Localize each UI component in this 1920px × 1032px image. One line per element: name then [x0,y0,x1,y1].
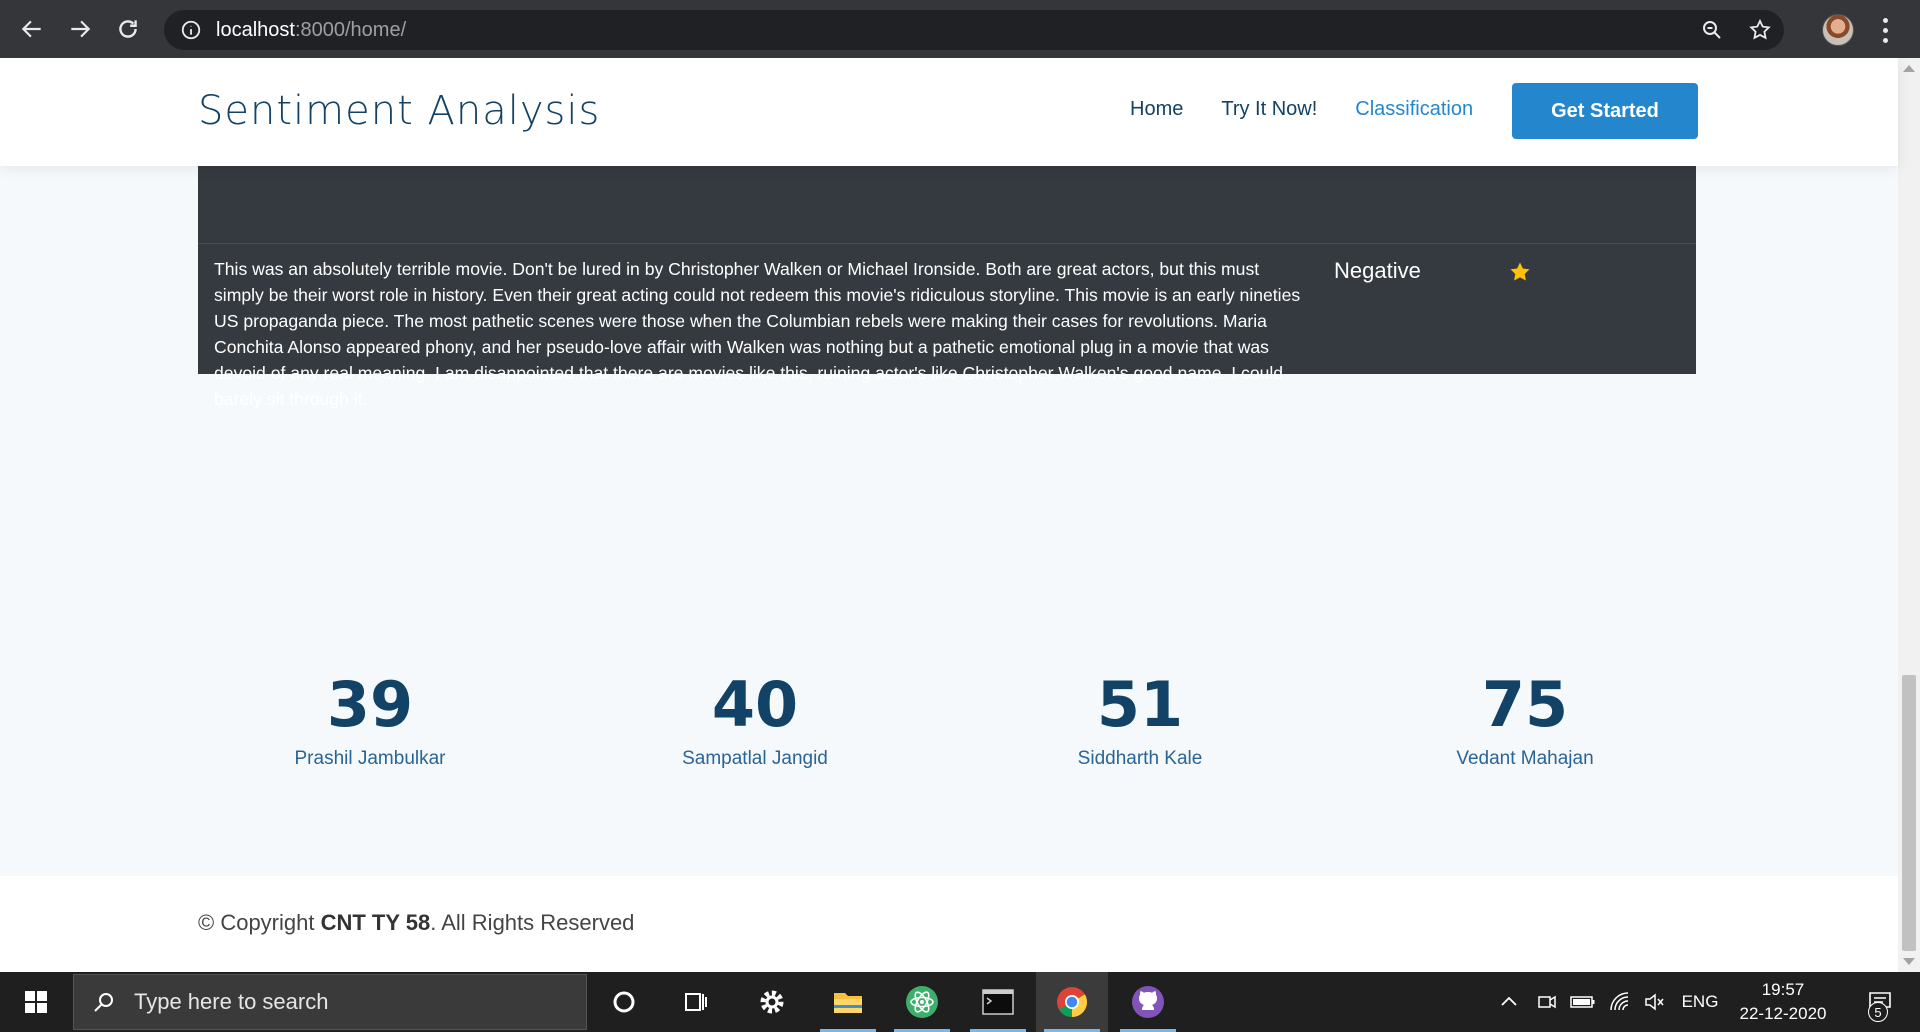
arrow-left-icon [21,20,41,38]
count-box: 39 Prashil Jambulkar [200,670,540,770]
site-header: Sentiment Analysis Home Try It Now! Clas… [0,58,1898,166]
taskbar-settings[interactable] [736,972,808,1032]
tray-language[interactable]: ENG [1678,972,1722,1032]
nav-home[interactable]: Home [1130,98,1183,121]
copyright-prefix: © Copyright [198,910,321,935]
tray-battery[interactable] [1568,972,1598,1032]
battery-icon [1570,996,1595,1008]
taskbar-file-explorer[interactable] [812,972,884,1032]
main-nav: Home Try It Now! Classification [1130,98,1511,121]
review-table: This was an absolutely terrible movie. D… [198,156,1696,409]
folder-icon [834,993,862,1013]
site-logo[interactable]: Sentiment Analysis [198,88,600,134]
count-number: 39 [326,668,414,741]
task-view-icon [685,993,707,1011]
get-started-button[interactable]: Get Started [1512,83,1698,139]
taskbar-chrome[interactable] [1036,972,1108,1032]
gear-icon [760,990,784,1014]
nav-classification[interactable]: Classification [1355,98,1473,121]
count-name: Prashil Jambulkar [294,748,446,769]
windows-taskbar: Type here to search ENG 19:57 22-12-2020… [0,972,1920,1032]
menu-dot-icon [1882,27,1888,33]
site-footer: © Copyright CNT TY 58. All Rights Reserv… [0,876,1898,972]
notification-count-badge: 5 [1868,1002,1888,1022]
tray-overflow-button[interactable] [1498,972,1520,1032]
scroll-down-icon[interactable] [1903,958,1915,965]
menu-dot-icon [1882,37,1888,43]
video-camera-icon [1538,995,1556,1009]
url-path: :8000/home/ [294,18,407,41]
count-box: 51 Siddharth Kale [970,670,1310,770]
arrow-right-icon [71,20,91,38]
star-icon [1510,262,1530,281]
copyright-text: © Copyright CNT TY 58. All Rights Reserv… [198,910,634,936]
address-bar[interactable]: localhost:8000/home/ [164,10,1784,50]
terminal-icon [982,989,1014,1015]
cortana-icon [613,991,635,1013]
table-row: This was an absolutely terrible movie. D… [198,244,1696,409]
atom-icon [906,986,938,1018]
scroll-thumb[interactable] [1902,675,1916,951]
sentiment-label: Negative [1334,258,1421,283]
reload-icon [119,20,137,38]
taskbar-search[interactable]: Type here to search [73,974,587,1030]
nav-try-it-now[interactable]: Try It Now! [1221,98,1317,121]
info-icon[interactable] [180,19,202,41]
magnifier-icon [1703,21,1721,39]
task-view-button[interactable] [660,972,732,1032]
scroll-up-icon[interactable] [1903,65,1915,72]
search-placeholder: Type here to search [134,989,329,1014]
windows-logo-icon [25,991,47,1013]
count-box: 40 Sampatlal Jangid [585,670,925,770]
star-outline-icon [1749,18,1771,40]
github-icon [1132,986,1164,1018]
clock-time: 19:57 [1761,980,1805,999]
zoom-button[interactable] [1688,10,1736,50]
count-number: 40 [711,668,799,741]
reload-button[interactable] [104,0,152,58]
url-host: localhost [216,18,295,41]
tray-meet-now[interactable] [1534,972,1560,1032]
tray-volume[interactable] [1640,972,1668,1032]
taskbar-atom[interactable] [886,972,958,1032]
taskbar-github-desktop[interactable] [1112,972,1184,1032]
browser-toolbar: localhost:8000/home/ [0,0,1920,58]
forward-button[interactable] [56,0,104,58]
cortana-button[interactable] [588,972,660,1032]
back-button[interactable] [8,0,56,58]
review-text: This was an absolutely terrible movie. D… [214,259,1301,409]
language-label: ENG [1681,992,1719,1011]
chevron-up-icon [1501,996,1517,1006]
count-name: Siddharth Kale [1077,748,1203,769]
menu-dot-icon [1882,17,1888,23]
page-viewport: This was an absolutely terrible movie. D… [0,58,1920,972]
count-number: 51 [1096,668,1184,741]
tray-wifi[interactable] [1606,972,1634,1032]
taskbar-terminal[interactable] [962,972,1034,1032]
copyright-suffix: . All Rights Reserved [430,910,635,935]
copyright-org: CNT TY 58 [320,910,431,935]
count-number: 75 [1481,668,1569,741]
browser-menu-button[interactable] [1870,14,1900,46]
page-scrollbar[interactable] [1898,58,1920,972]
profile-avatar[interactable] [1822,14,1854,46]
taskbar-clock[interactable]: 19:57 22-12-2020 [1728,978,1838,1026]
count-name: Vedant Mahajan [1456,748,1594,769]
wifi-icon [1610,992,1629,1011]
search-icon [94,993,113,1012]
count-name: Sampatlal Jangid [682,748,828,769]
bookmark-button[interactable] [1736,10,1784,50]
clock-date: 22-12-2020 [1739,1004,1827,1023]
start-button[interactable] [0,972,72,1032]
volume-muted-icon [1645,993,1664,1011]
chrome-icon [1057,987,1088,1017]
count-box: 75 Vedant Mahajan [1355,670,1695,770]
